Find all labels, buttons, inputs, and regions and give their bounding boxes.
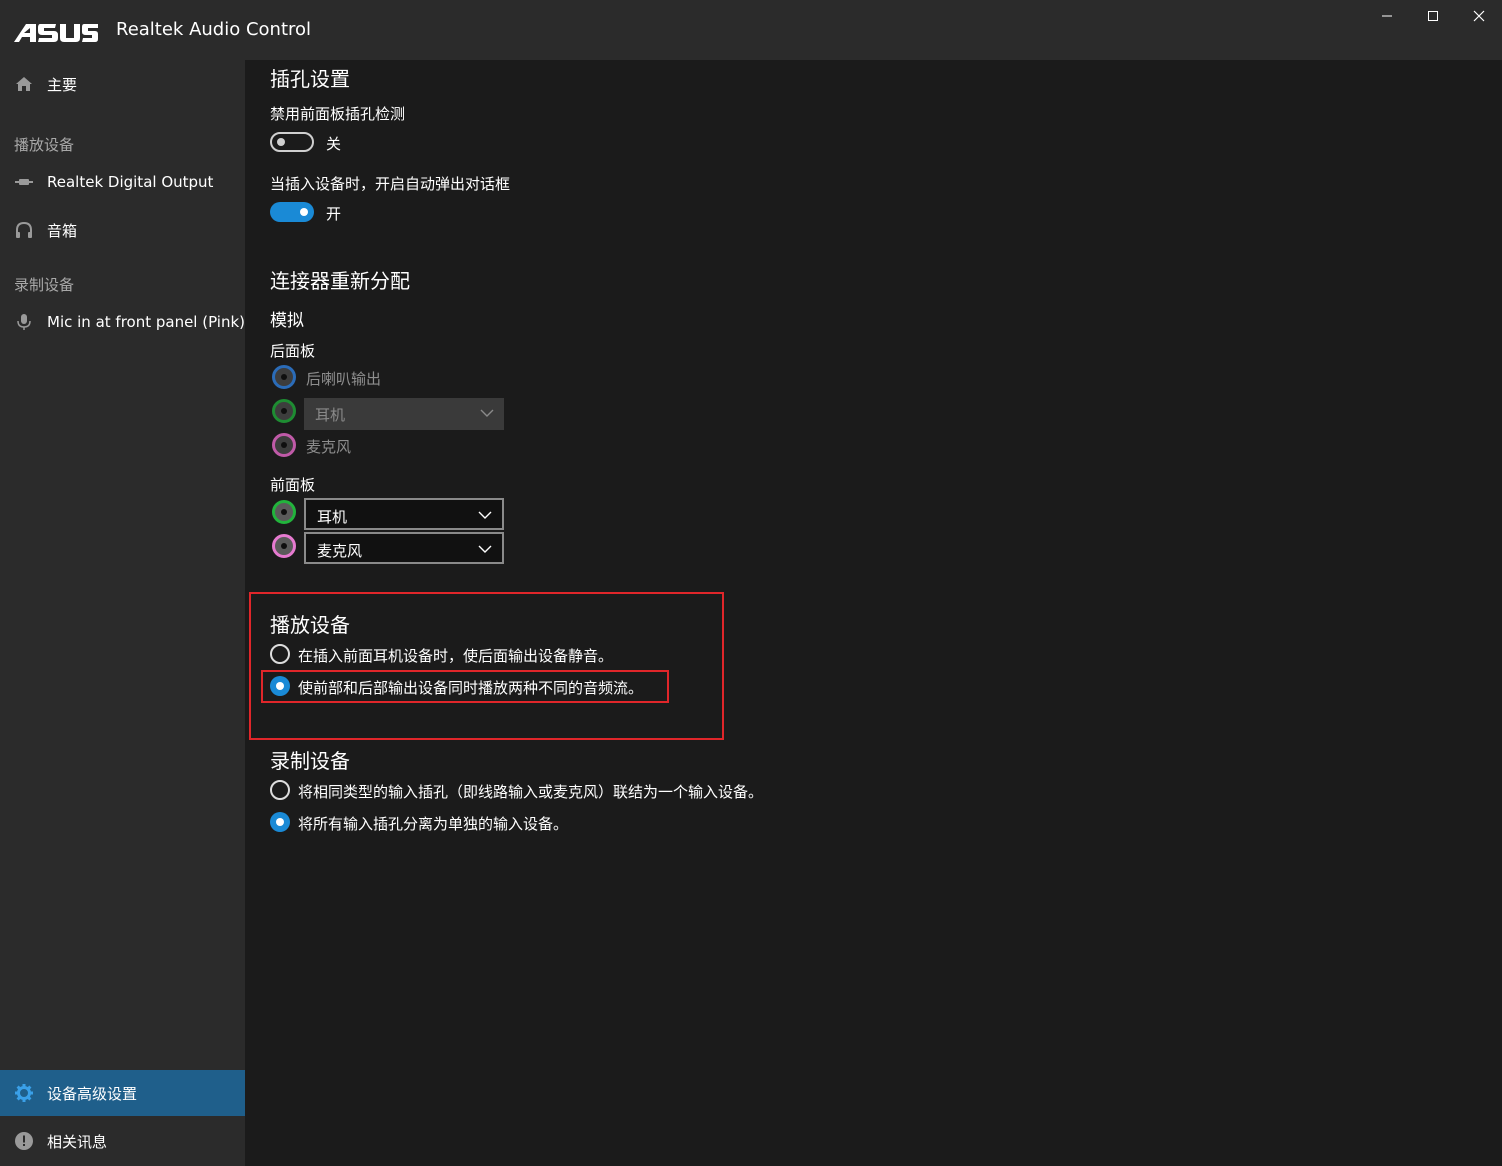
maximize-button[interactable]	[1410, 0, 1456, 32]
front-headphone-jack-select[interactable]: 耳机	[304, 498, 504, 530]
section-title-connector: 连接器重新分配	[270, 269, 410, 293]
maximize-icon	[1428, 11, 1438, 21]
sidebar-item-label: Realtek Digital Output	[47, 173, 214, 191]
sidebar-item-info[interactable]: 相关讯息	[0, 1118, 245, 1164]
rear-panel-label: 后面板	[270, 342, 316, 360]
sidebar-group-playback: 播放设备	[14, 136, 75, 154]
minimize-icon	[1382, 15, 1392, 17]
sidebar-item-home[interactable]: 主要	[0, 61, 245, 107]
recording-option-separate-radio[interactable]	[270, 812, 290, 832]
rear-green-jack-icon	[272, 399, 296, 423]
playback-option-mute-rear-label[interactable]: 在插入前面耳机设备时，使后面输出设备静音。	[298, 645, 613, 666]
section-title-jack-settings: 插孔设置	[270, 67, 350, 91]
playback-option-dual-stream-label[interactable]: 使前部和后部输出设备同时播放两种不同的音频流。	[298, 677, 643, 698]
rear-speaker-jack-icon	[272, 365, 296, 389]
front-panel-label: 前面板	[270, 476, 316, 494]
chevron-down-icon	[480, 409, 494, 417]
playback-option-dual-stream-radio[interactable]	[270, 676, 290, 696]
toggle-state-label: 关	[326, 135, 342, 153]
front-mic-jack-icon	[272, 534, 296, 558]
section-title-playback: 播放设备	[270, 613, 350, 637]
front-mic-jack-select[interactable]: 麦克风	[304, 532, 504, 564]
rear-speaker-label: 后喇叭输出	[306, 370, 382, 388]
rear-green-jack-select: 耳机	[304, 398, 504, 430]
sidebar-item-advanced-settings[interactable]: 设备高级设置	[0, 1070, 245, 1116]
gear-icon	[15, 1084, 33, 1102]
auto-popup-toggle[interactable]	[270, 202, 314, 222]
sidebar-item-speakers[interactable]: 音箱	[0, 207, 245, 253]
sidebar-item-label: 主要	[47, 75, 78, 94]
recording-option-combine-radio[interactable]	[270, 780, 290, 800]
close-icon	[1473, 10, 1485, 22]
microphone-icon	[17, 314, 31, 330]
chevron-down-icon	[478, 545, 492, 553]
close-button[interactable]	[1456, 0, 1502, 32]
rear-mic-jack-icon	[272, 433, 296, 457]
info-icon	[15, 1132, 33, 1150]
section-title-recording: 录制设备	[270, 749, 350, 773]
sidebar-item-label: 相关讯息	[47, 1132, 108, 1151]
headphones-icon	[16, 221, 32, 238]
sidebar-item-label: Mic in at front panel (Pink)	[47, 313, 246, 331]
sidebar-item-label: 设备高级设置	[47, 1084, 138, 1103]
analog-heading: 模拟	[270, 311, 304, 331]
digital-output-icon	[15, 179, 33, 185]
title-bar: Realtek Audio Control	[0, 0, 1502, 60]
main-content: 插孔设置 禁用前面板插孔检测 关 当插入设备时，开启自动弹出对话框 开 连接器重…	[245, 60, 1502, 1166]
sidebar: 主要 播放设备 Realtek Digital Output 音箱 录制设备 M…	[0, 60, 245, 1166]
asus-logo	[14, 24, 98, 42]
playback-option-mute-rear-radio[interactable]	[270, 644, 290, 664]
sidebar-item-label: 音箱	[47, 221, 78, 240]
toggle-state-label: 开	[326, 205, 342, 223]
disable-front-detect-label: 禁用前面板插孔检测	[270, 105, 406, 123]
recording-option-separate-label[interactable]: 将所有输入插孔分离为单独的输入设备。	[298, 813, 568, 834]
recording-option-combine-label[interactable]: 将相同类型的输入插孔（即线路输入或麦克风）联结为一个输入设备。	[298, 781, 763, 802]
app-title: Realtek Audio Control	[116, 19, 312, 40]
front-headphone-jack-icon	[272, 500, 296, 524]
minimize-button[interactable]	[1364, 0, 1410, 32]
sidebar-item-digital-output[interactable]: Realtek Digital Output	[0, 159, 245, 205]
auto-popup-label: 当插入设备时，开启自动弹出对话框	[270, 175, 511, 193]
disable-front-detect-toggle[interactable]	[270, 132, 314, 152]
sidebar-item-front-mic[interactable]: Mic in at front panel (Pink)	[0, 299, 245, 345]
rear-mic-label: 麦克风	[306, 438, 352, 456]
home-icon	[16, 77, 32, 91]
chevron-down-icon	[478, 511, 492, 519]
sidebar-group-recording: 录制设备	[14, 276, 75, 294]
